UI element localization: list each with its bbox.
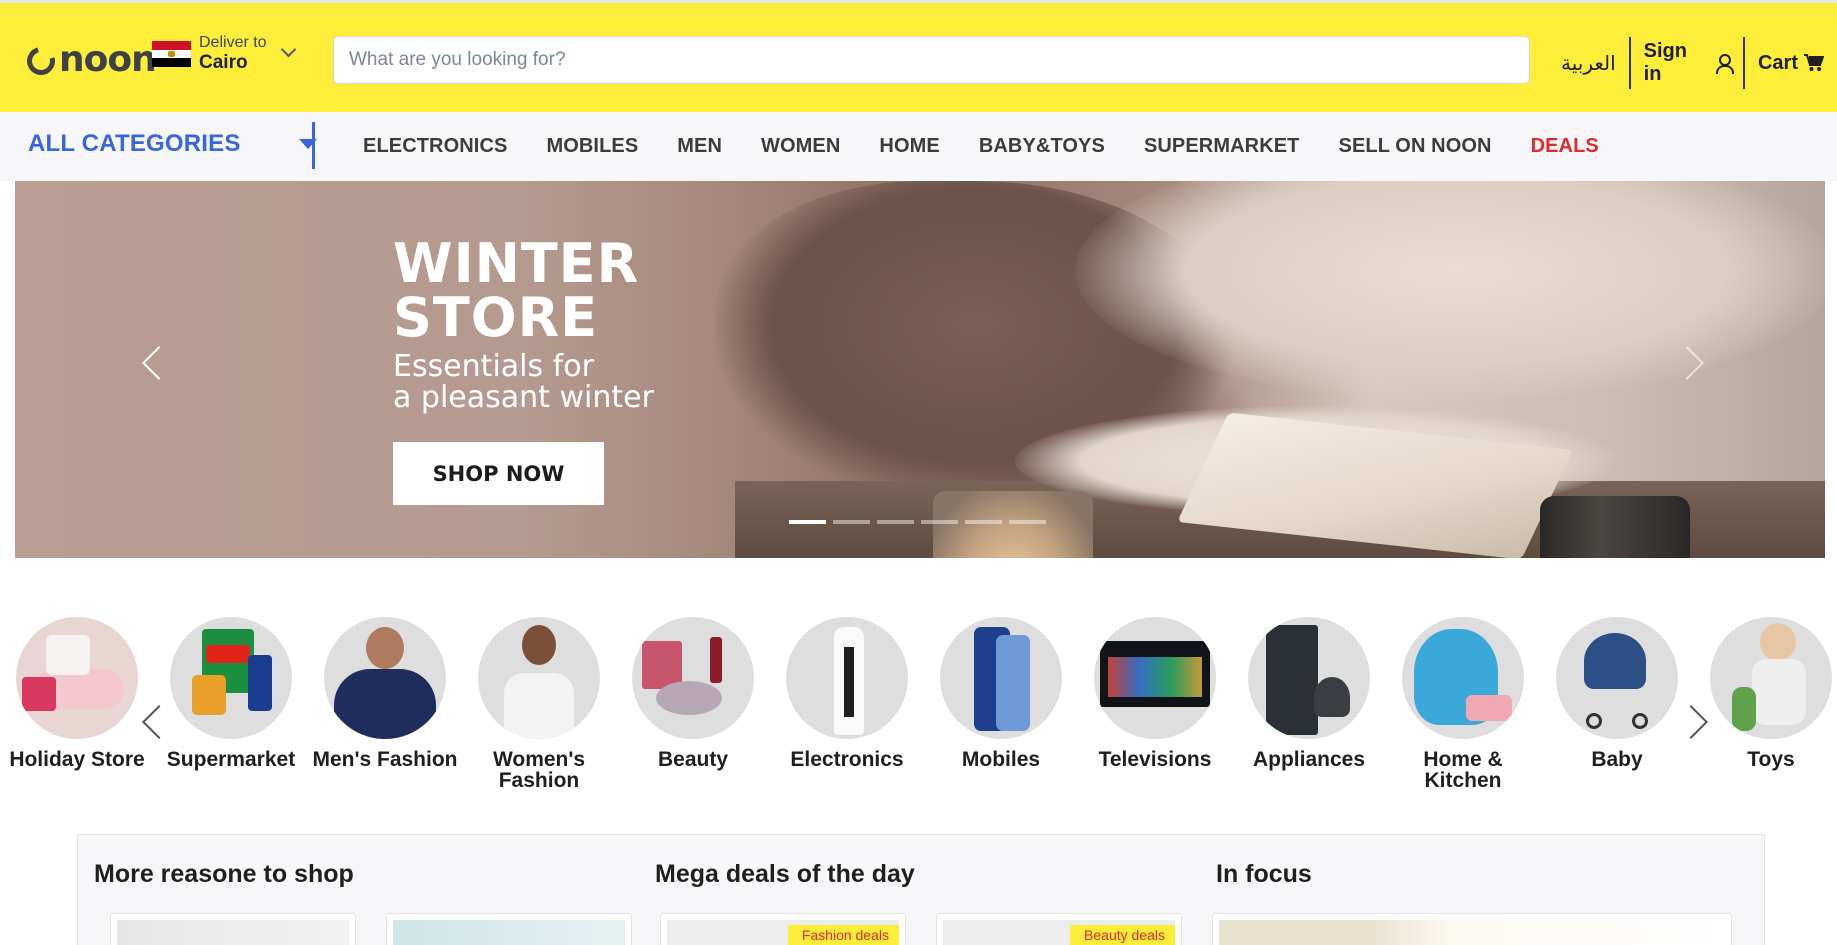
banner-title: WINTER STORE	[393, 232, 640, 349]
tv-screen-icon	[1094, 617, 1216, 739]
category-mobiles[interactable]: Mobiles	[924, 617, 1078, 770]
sign-in-link[interactable]: Sign in	[1631, 39, 1743, 87]
search-bar	[333, 36, 1530, 84]
mega-deals-title: Mega deals of the day	[655, 860, 915, 888]
category-carousel: Holiday Store Supermarket Men's Fashion …	[0, 617, 1837, 797]
category-mens-fashion[interactable]: Men's Fashion	[308, 617, 462, 770]
banner-dot[interactable]	[965, 520, 1002, 524]
more-reasons-card[interactable]	[386, 913, 632, 945]
category-supermarket[interactable]: Supermarket	[154, 617, 308, 770]
banner-dot[interactable]	[1009, 520, 1046, 524]
nav-item-supermarket[interactable]: SUPERMARKET	[1144, 135, 1300, 158]
logo-mark-icon	[21, 41, 61, 81]
deliver-to-label: Deliver to	[199, 34, 267, 51]
more-reasons-card[interactable]	[110, 913, 356, 945]
category-baby[interactable]: Baby	[1540, 617, 1694, 770]
category-nav: ALL CATEGORIES ELECTRONICS MOBILES MEN W…	[0, 112, 1837, 181]
card-image	[393, 920, 625, 945]
deliver-to-selector[interactable]: Deliver to Cairo	[152, 33, 296, 75]
top-header: noon Deliver to Cairo العربية Sign in Ca…	[0, 0, 1837, 112]
banner-candle-image	[933, 491, 1093, 558]
nav-item-sell-on-noon[interactable]: SELL ON NOON	[1339, 135, 1492, 158]
game-console-icon	[786, 617, 908, 739]
hero-banner[interactable]: WINTER STORE Essentials for a pleasant w…	[15, 181, 1825, 558]
fashion-deals-tag: Fashion deals	[787, 925, 899, 945]
category-home-kitchen[interactable]: Home & Kitchen	[1386, 617, 1540, 791]
category-womens-fashion[interactable]: Women's Fashion	[462, 617, 616, 791]
card-image	[117, 920, 349, 945]
category-toys[interactable]: Toys	[1694, 617, 1837, 770]
search-input[interactable]	[349, 49, 1529, 71]
banner-dot[interactable]	[921, 520, 958, 524]
banner-dot[interactable]	[789, 520, 826, 524]
banner-dot[interactable]	[877, 520, 914, 524]
more-reasons-title: More reasone to shop	[94, 860, 354, 888]
banner-dot[interactable]	[833, 520, 870, 524]
nav-item-electronics[interactable]: ELECTRONICS	[363, 135, 507, 158]
fridge-vacuum-icon	[1248, 617, 1370, 739]
beauty-deals-card[interactable]: Beauty deals	[936, 913, 1182, 945]
smartphone-icon	[940, 617, 1062, 739]
all-categories-dropdown[interactable]: ALL CATEGORIES	[28, 130, 317, 158]
cart-link[interactable]: Cart	[1745, 39, 1837, 87]
fashion-deals-card[interactable]: Fashion deals	[660, 913, 906, 945]
cart-label: Cart	[1757, 51, 1798, 74]
in-focus-card[interactable]	[1212, 913, 1732, 945]
header-divider	[1743, 37, 1745, 89]
banner-candle-jar-image	[1540, 496, 1690, 558]
banner-pagination	[789, 520, 1053, 524]
egypt-flag-icon	[152, 40, 191, 67]
category-appliances[interactable]: Appliances	[1232, 617, 1386, 770]
banner-prev-arrow-icon[interactable]	[142, 346, 176, 380]
noon-logo[interactable]: noon	[21, 35, 157, 83]
nav-item-deals[interactable]: DEALS	[1531, 135, 1599, 158]
bean-bag-icon	[1402, 617, 1524, 739]
header-divider	[1628, 37, 1631, 89]
language-link[interactable]: العربية	[1548, 39, 1629, 87]
all-categories-label: ALL CATEGORIES	[28, 130, 241, 157]
stroller-icon	[1556, 617, 1678, 739]
makeup-perfume-icon	[632, 617, 754, 739]
promo-sections: More reasone to shop Mega deals of the d…	[77, 834, 1765, 945]
category-beauty[interactable]: Beauty	[616, 617, 770, 770]
cart-icon	[1804, 54, 1824, 71]
shop-now-button[interactable]: SHOP NOW	[393, 442, 604, 505]
toy-figure-icon	[1710, 617, 1832, 739]
header-actions: العربية Sign in Cart	[1548, 37, 1837, 89]
beauty-deals-tag: Beauty deals	[1070, 925, 1175, 945]
groceries-icon	[170, 617, 292, 739]
chevron-down-icon	[280, 42, 296, 58]
banner-subtitle: Essentials for a pleasant winter	[393, 349, 654, 415]
category-holiday-store[interactable]: Holiday Store	[0, 617, 154, 770]
nav-item-mobiles[interactable]: MOBILES	[546, 135, 638, 158]
nav-item-baby-toys[interactable]: BABY&TOYS	[979, 135, 1105, 158]
nav-links: ELECTRONICS MOBILES MEN WOMEN HOME BABY&…	[363, 112, 1638, 181]
womens-top-icon	[478, 617, 600, 739]
nav-item-men[interactable]: MEN	[677, 135, 722, 158]
nav-item-women[interactable]: WOMEN	[761, 135, 840, 158]
in-focus-title: In focus	[1216, 860, 1312, 888]
category-electronics[interactable]: Electronics	[770, 617, 924, 770]
deliver-city: Cairo	[199, 52, 248, 74]
category-televisions[interactable]: Televisions	[1078, 617, 1232, 770]
nav-divider	[312, 122, 315, 169]
logo-text: noon	[59, 38, 157, 80]
mens-tshirt-icon	[324, 617, 446, 739]
user-icon	[1716, 54, 1734, 74]
sign-in-label: Sign in	[1643, 40, 1687, 85]
nav-item-home[interactable]: HOME	[879, 135, 939, 158]
holiday-gifts-icon	[16, 617, 138, 739]
card-image	[1219, 920, 1725, 945]
